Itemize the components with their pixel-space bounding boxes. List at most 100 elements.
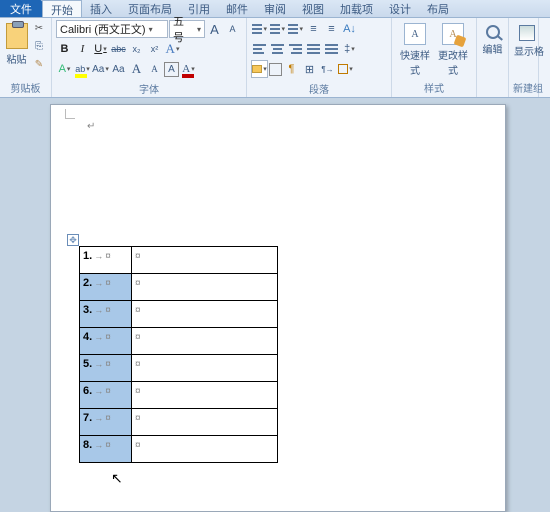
show-grid-button[interactable]: 显示格: [513, 20, 541, 74]
subscript-button[interactable]: x₂: [128, 40, 145, 58]
font-name-combo[interactable]: Calibri (西文正文)▾: [56, 20, 168, 38]
find-button[interactable]: 编辑: [481, 20, 504, 74]
table-cell-number[interactable]: 7.→¤: [80, 409, 132, 436]
decrease-indent-button[interactable]: ≡: [305, 20, 322, 38]
document-table[interactable]: 1.→¤¤2.→¤¤3.→¤¤4.→¤¤5.→¤¤6.→¤¤7.→¤¤8.→¤¤: [79, 246, 278, 463]
table-cell-content[interactable]: ¤: [132, 409, 278, 436]
page[interactable]: ↵ ✥ 1.→¤¤2.→¤¤3.→¤¤4.→¤¤5.→¤¤6.→¤¤7.→¤¤8…: [50, 104, 506, 512]
tab-page-layout[interactable]: 页面布局: [120, 0, 180, 17]
tab-view[interactable]: 视图: [294, 0, 332, 17]
tab-layout[interactable]: 布局: [419, 0, 457, 17]
table-cell-content[interactable]: ¤: [132, 274, 278, 301]
table-row[interactable]: 7.→¤¤: [80, 409, 278, 436]
text-effects-button[interactable]: A▾: [164, 40, 181, 58]
snap-grid-button[interactable]: ⊞: [301, 60, 318, 78]
font-color-button[interactable]: A▾: [180, 60, 197, 78]
distribute-button[interactable]: [323, 40, 340, 58]
show-grid-label: 显示格: [514, 43, 540, 58]
shrink-font-button[interactable]: A: [224, 20, 241, 38]
numbering-button[interactable]: ▾: [269, 20, 286, 38]
paste-label: 粘贴: [5, 51, 28, 66]
table-row[interactable]: 4.→¤¤: [80, 328, 278, 355]
line-spacing-button[interactable]: ‡▾: [341, 40, 358, 58]
show-marks-button[interactable]: ¶: [283, 60, 300, 78]
chevron-down-icon: ▾: [197, 25, 201, 34]
align-right-button[interactable]: [287, 40, 304, 58]
align-left-button[interactable]: [251, 40, 268, 58]
highlight-button[interactable]: ab▾: [74, 60, 91, 78]
ribbon-tabs: 文件 开始 插入 页面布局 引用 邮件 审阅 视图 加载项 设计 布局: [0, 0, 550, 18]
group-clipboard: 粘贴 ✂ ⎘ ✎ 剪贴板: [0, 18, 52, 97]
table-cell-content[interactable]: ¤: [132, 328, 278, 355]
tab-mailings[interactable]: 邮件: [218, 0, 256, 17]
table-container: ✥ 1.→¤¤2.→¤¤3.→¤¤4.→¤¤5.→¤¤6.→¤¤7.→¤¤8.→…: [79, 246, 505, 463]
table-row[interactable]: 3.→¤¤: [80, 301, 278, 328]
table-row[interactable]: 2.→¤¤: [80, 274, 278, 301]
ribbon: 粘贴 ✂ ⎘ ✎ 剪贴板 Calibri (西文正文)▾ 五号▾ A A: [0, 18, 550, 98]
multilevel-button[interactable]: ▾: [287, 20, 304, 38]
paste-button[interactable]: 粘贴: [4, 20, 29, 76]
table-cell-content[interactable]: ¤: [132, 355, 278, 382]
increase-indent-button[interactable]: ≡: [323, 20, 340, 38]
table-row[interactable]: 8.→¤¤: [80, 436, 278, 463]
tab-design[interactable]: 设计: [381, 0, 419, 17]
change-case-button[interactable]: Aa▾: [92, 60, 109, 78]
bullets-button[interactable]: ▾: [251, 20, 268, 38]
table-row[interactable]: 1.→¤¤: [80, 247, 278, 274]
grid-icon: [519, 25, 535, 41]
copy-button[interactable]: ⎘: [31, 38, 47, 54]
document-viewport[interactable]: ↵ ✥ 1.→¤¤2.→¤¤3.→¤¤4.→¤¤5.→¤¤6.→¤¤7.→¤¤8…: [0, 98, 550, 512]
align-justify-button[interactable]: [305, 40, 322, 58]
tab-home[interactable]: 开始: [42, 0, 82, 17]
table-row[interactable]: 5.→¤¤: [80, 355, 278, 382]
table-cell-number[interactable]: 2.→¤: [80, 274, 132, 301]
group-paragraph-title: 段落: [251, 80, 387, 98]
font-bigA-button[interactable]: A: [128, 60, 145, 78]
group-font: Calibri (西文正文)▾ 五号▾ A A B I U▾ abc x₂ x²…: [52, 18, 247, 97]
table-cell-number[interactable]: 8.→¤: [80, 436, 132, 463]
tab-review[interactable]: 审阅: [256, 0, 294, 17]
cut-button[interactable]: ✂: [31, 20, 47, 36]
grow-font-button[interactable]: A: [206, 20, 223, 38]
table-move-handle[interactable]: ✥: [67, 234, 79, 246]
table-cell-number[interactable]: 5.→¤: [80, 355, 132, 382]
shading-button[interactable]: ▾: [251, 60, 268, 78]
group-new: 显示格 新建组: [509, 18, 539, 97]
table-row[interactable]: 6.→¤¤: [80, 382, 278, 409]
ltr-button[interactable]: ¶→: [319, 60, 336, 78]
italic-button[interactable]: I: [74, 40, 91, 58]
strikethrough-button[interactable]: abc: [110, 40, 127, 58]
align-center-button[interactable]: [269, 40, 286, 58]
change-styles-button[interactable]: A 更改样式: [434, 20, 472, 74]
clear-format-button[interactable]: Aa: [110, 60, 127, 78]
format-painter-button[interactable]: ✎: [31, 56, 47, 72]
tab-insert[interactable]: 插入: [82, 0, 120, 17]
borders-button[interactable]: [269, 63, 282, 76]
table-cell-content[interactable]: ¤: [132, 382, 278, 409]
char-border-button[interactable]: A: [164, 62, 179, 77]
table-cell-content[interactable]: ¤: [132, 247, 278, 274]
tab-file[interactable]: 文件: [0, 0, 42, 17]
bucket-icon: [252, 65, 262, 73]
group-styles-title: 样式: [396, 79, 472, 97]
table-cell-content[interactable]: ¤: [132, 436, 278, 463]
table-cell-number[interactable]: 4.→¤: [80, 328, 132, 355]
tab-addins[interactable]: 加载项: [332, 0, 381, 17]
superscript-button[interactable]: x²: [146, 40, 163, 58]
bold-button[interactable]: B: [56, 40, 73, 58]
table-cell-content[interactable]: ¤: [132, 301, 278, 328]
font-smallA-button[interactable]: A: [146, 60, 163, 78]
font-size-combo[interactable]: 五号▾: [169, 20, 205, 38]
table-cell-number[interactable]: 1.→¤: [80, 247, 132, 274]
group-edit: 编辑: [477, 18, 509, 97]
quick-styles-button[interactable]: A 快速样式: [396, 20, 434, 74]
underline-button[interactable]: U▾: [92, 40, 109, 58]
table-cell-number[interactable]: 6.→¤: [80, 382, 132, 409]
sort-button[interactable]: A↓: [341, 20, 358, 38]
group-new-title: 新建组: [513, 79, 534, 97]
table-cell-number[interactable]: 3.→¤: [80, 301, 132, 328]
magnifier-icon: [486, 25, 500, 39]
phonetic-button[interactable]: A▾: [56, 60, 73, 78]
para-border-button[interactable]: ▾: [337, 60, 354, 78]
highlight-swatch: [75, 74, 87, 78]
